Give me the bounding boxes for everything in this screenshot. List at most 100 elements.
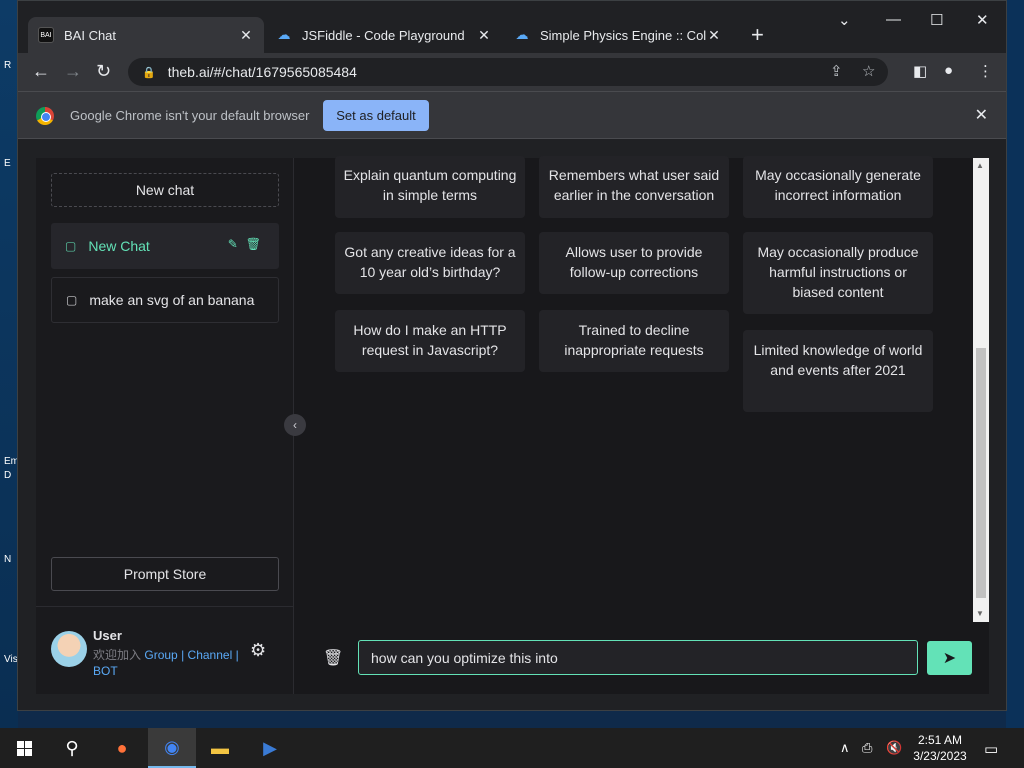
limitation-card: Limited knowledge of world and events af… <box>743 330 933 412</box>
sidebar: New chat ▢ New Chat ✎🗑 ▢ make an svg of … <box>36 158 294 694</box>
back-arrow-icon[interactable]: ← <box>32 61 50 81</box>
desktop-icon-label: E <box>4 158 11 169</box>
tab-close-icon[interactable]: ✕ <box>706 27 722 44</box>
send-button[interactable]: ➤ <box>927 641 972 675</box>
address-bar[interactable]: 🔒 theb.ai/#/chat/1679565085484 ⇪ ☆ <box>128 58 888 86</box>
powershell-icon[interactable]: ▶ <box>246 728 294 768</box>
scroll-up-arrow-icon[interactable]: ▲ <box>976 161 984 170</box>
infobar-close-icon[interactable]: ✕ <box>975 105 988 125</box>
desktop-icon-label: Vis <box>4 654 18 665</box>
tab-jsfiddle[interactable]: ☁ JSFiddle - Code Playground ✕ <box>266 17 502 53</box>
maximize-icon[interactable]: ☐ <box>930 11 943 29</box>
file-explorer-icon[interactable]: ▬ <box>196 728 244 768</box>
tab-search-chevron-icon[interactable]: ⌄ <box>838 11 851 29</box>
chat-list-item[interactable]: ▢ make an svg of an banana <box>51 277 279 323</box>
tray-chevron-up-icon[interactable]: ∧ <box>840 740 850 756</box>
tab-bai-chat[interactable]: BAI BAI Chat ✕ <box>28 17 264 53</box>
bai-chat-page: New chat ▢ New Chat ✎🗑 ▢ make an svg of … <box>36 156 989 694</box>
notifications-icon[interactable]: ▭ <box>984 740 998 758</box>
join-text: 欢迎加入 <box>93 648 142 662</box>
tab-close-icon[interactable]: ✕ <box>476 27 492 44</box>
example-card[interactable]: Got any creative ideas for a 10 year old… <box>335 232 525 294</box>
tab-title: BAI Chat <box>64 27 117 43</box>
jsfiddle-cloud-icon: ☁ <box>515 27 529 42</box>
capability-card: Remembers what user said earlier in the … <box>539 156 729 218</box>
clear-chat-trash-icon[interactable]: 🗑 <box>323 648 343 668</box>
chat-main: Explain quantum computing in simple term… <box>295 156 989 694</box>
user-avatar[interactable] <box>51 631 87 667</box>
desktop-icon-label: D <box>4 470 12 481</box>
search-icon[interactable]: ⚲ <box>48 728 96 768</box>
chat-bubble-icon: ▢ <box>66 293 78 307</box>
volume-muted-icon[interactable]: 🔇 <box>886 740 902 756</box>
limitation-card: May occasionally produce harmful instruc… <box>743 232 933 314</box>
chat-input-row: 🗑 ➤ <box>295 622 989 694</box>
channel-link[interactable]: Channel <box>188 648 233 662</box>
tab-strip: BAI BAI Chat ✕ ☁ JSFiddle - Code Playgro… <box>18 1 1006 53</box>
set-as-default-button[interactable]: Set as default <box>323 100 429 131</box>
chrome-taskbar-icon[interactable]: ◉ <box>148 728 196 768</box>
user-panel: User 欢迎加入 Group | Channel | BOT ⚙ <box>36 606 294 694</box>
group-link[interactable]: Group <box>144 648 177 662</box>
chat-list-item-active[interactable]: ▢ New Chat ✎🗑 <box>51 223 279 269</box>
clock-time: 2:51 AM <box>917 733 963 747</box>
user-community-links: 欢迎加入 Group | Channel | BOT <box>93 647 243 679</box>
lock-icon: 🔒 <box>142 66 156 79</box>
start-button[interactable] <box>0 728 48 768</box>
edit-pencil-icon[interactable]: ✎ <box>228 237 246 251</box>
infobar-message: Google Chrome isn't your default browser <box>70 108 310 123</box>
chat-bubble-icon: ▢ <box>65 239 77 253</box>
chat-scrollbar[interactable]: ▲ ▼ <box>973 158 989 622</box>
default-browser-infobar: Google Chrome isn't your default browser… <box>18 91 1006 139</box>
firefox-icon[interactable]: ● <box>98 728 146 768</box>
chat-item-label: New Chat <box>88 238 150 254</box>
separator: | <box>181 648 185 662</box>
capability-card: Allows user to provide follow-up correct… <box>539 232 729 294</box>
url-text: theb.ai/#/chat/1679565085484 <box>167 64 357 80</box>
tab-title: JSFiddle - Code Playground <box>302 27 465 43</box>
scroll-down-arrow-icon[interactable]: ▼ <box>976 609 984 618</box>
tab-close-icon[interactable]: ✕ <box>238 27 254 44</box>
chat-message-input[interactable] <box>358 640 918 675</box>
tab-title: Simple Physics Engine :: Collision <box>540 27 706 43</box>
share-icon[interactable]: ⇪ <box>830 62 843 80</box>
side-panel-icon[interactable]: ◧ <box>913 62 927 80</box>
tab-physics-engine[interactable]: ☁ Simple Physics Engine :: Collision ✕ <box>504 17 732 53</box>
browser-toolbar: ← → ↻ 🔒 theb.ai/#/chat/1679565085484 ⇪ ☆… <box>18 53 1006 91</box>
desktop-icon-label: N <box>4 554 12 565</box>
forward-arrow-icon[interactable]: → <box>64 61 82 81</box>
bot-link[interactable]: BOT <box>93 664 118 678</box>
user-name: User <box>93 628 122 643</box>
chrome-logo-icon <box>36 107 54 125</box>
prompt-store-button[interactable]: Prompt Store <box>51 557 279 591</box>
reload-icon[interactable]: ↻ <box>96 61 111 81</box>
limitation-card: May occasionally generate incorrect info… <box>743 156 933 218</box>
desktop-icon-label: R <box>4 60 12 71</box>
send-plane-icon: ➤ <box>942 650 957 667</box>
bookmark-star-icon[interactable]: ☆ <box>862 62 875 80</box>
new-tab-plus-icon[interactable]: + <box>751 24 764 46</box>
delete-trash-icon[interactable]: 🗑 <box>246 237 269 251</box>
window-close-icon[interactable]: ✕ <box>976 11 989 29</box>
bai-favicon-icon: BAI <box>38 27 54 43</box>
menu-kebab-icon[interactable]: ⋮ <box>978 62 993 80</box>
capability-card: Trained to decline inappropriate request… <box>539 310 729 372</box>
settings-gear-icon[interactable]: ⚙ <box>250 640 266 661</box>
new-chat-button[interactable]: New chat <box>51 173 279 207</box>
profile-icon[interactable]: ● <box>944 62 953 79</box>
desktop-edge-right <box>1006 0 1024 728</box>
taskbar: ⚲ ● ◉ ▬ ▶ ∧ ⎙ 🔇 2:51 AM 3/23/2023 ▭ <box>0 728 1024 768</box>
chat-item-label: make an svg of an banana <box>89 292 255 308</box>
chat-item-actions: ✎🗑 <box>228 237 269 251</box>
example-card[interactable]: Explain quantum computing in simple term… <box>335 156 525 218</box>
windows-logo-icon <box>16 740 32 756</box>
network-icon[interactable]: ⎙ <box>862 740 872 756</box>
minimize-icon[interactable]: — <box>886 11 901 28</box>
browser-window: BAI BAI Chat ✕ ☁ JSFiddle - Code Playgro… <box>17 0 1007 711</box>
scrollbar-thumb[interactable] <box>976 348 986 598</box>
taskbar-clock[interactable]: 2:51 AM 3/23/2023 <box>905 732 975 764</box>
desktop-edge: R E Em D N Vis <box>0 0 19 728</box>
jsfiddle-cloud-icon: ☁ <box>277 27 291 42</box>
separator: | <box>235 648 239 662</box>
example-card[interactable]: How do I make an HTTP request in Javascr… <box>335 310 525 372</box>
